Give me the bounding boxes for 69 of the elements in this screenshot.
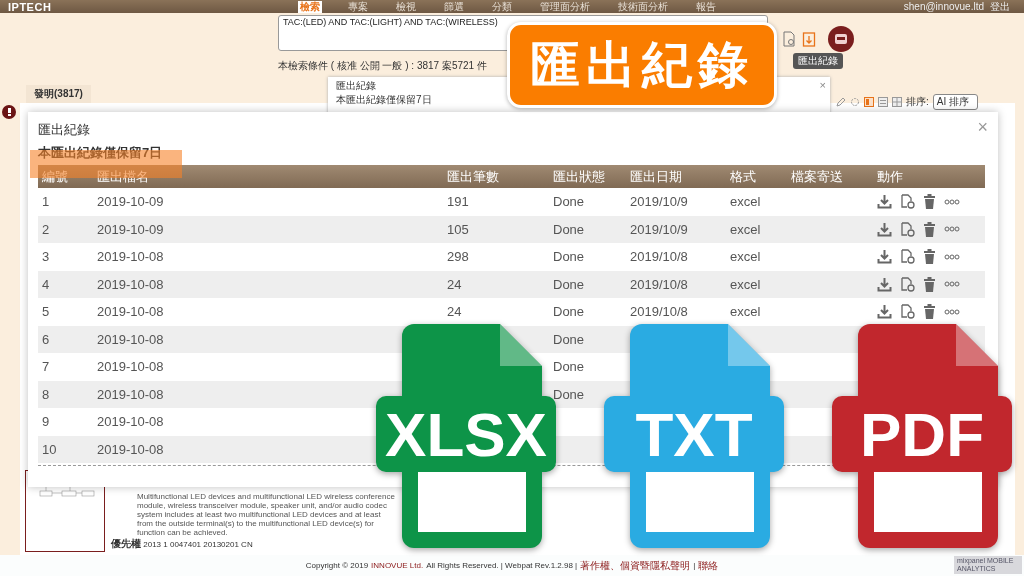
- export-status: Done: [552, 193, 586, 212]
- file-name: 2019-10-09: [96, 193, 165, 212]
- row-number: 10: [41, 440, 58, 459]
- file-name: 2019-10-08: [96, 248, 165, 267]
- file-format: excel: [729, 220, 762, 239]
- column-header: 格式: [726, 165, 787, 188]
- abstract-line: function can be achieved.: [136, 528, 229, 537]
- export-date: 2019/10/8: [629, 275, 689, 294]
- export-date: 2019/10/9: [629, 220, 689, 239]
- column-header: 匯出狀態: [549, 165, 626, 188]
- file-name: 2019-10-08: [96, 275, 165, 294]
- search-summary: 本檢索條件 ( 核准 公開 一般 ) : 3817 案5721 件: [278, 59, 488, 73]
- export-status: Done: [552, 303, 586, 322]
- record-count: 191: [446, 193, 470, 212]
- export-status: Done: [552, 330, 586, 349]
- file-format: excel: [729, 193, 762, 212]
- row-number: 8: [41, 385, 51, 404]
- row-number: 7: [41, 358, 51, 377]
- dialog-title: 匯出紀錄: [38, 121, 90, 137]
- file-name: 2019-10-08: [96, 330, 165, 349]
- export-status: Done: [552, 220, 586, 239]
- row-number: 3: [41, 248, 51, 267]
- export-status: Done: [552, 275, 586, 294]
- column-header: 編號: [38, 165, 93, 188]
- file-name: 2019-10-08: [96, 303, 165, 322]
- column-header: 匯出筆數: [443, 165, 549, 188]
- file-name: 2019-10-08: [96, 358, 165, 377]
- file-type-label: PDF: [860, 400, 984, 469]
- export-date: 2019/10/8: [629, 248, 689, 267]
- abstract-line: module, wireless transceiver module, speaker unit, and/or audio codec: [136, 501, 388, 510]
- row-number: 4: [41, 275, 51, 294]
- file-format: excel: [729, 303, 762, 322]
- tooltip: 匯出紀錄: [793, 53, 843, 69]
- export-status: Done: [552, 358, 586, 377]
- file-name: 2019-10-09: [96, 220, 165, 239]
- row-number: 1: [41, 193, 51, 212]
- row-number: 9: [41, 413, 51, 432]
- column-header: 匯出日期: [626, 165, 726, 188]
- popup-title: 匯出紀錄: [336, 80, 377, 92]
- record-count: 24: [446, 275, 463, 294]
- footer-text: All Rights Reserved. | Webpat Rev.1.2.98 |: [426, 561, 578, 570]
- sort-label: 排序:: [906, 95, 929, 109]
- app-logo: IPTECH: [8, 0, 53, 13]
- row-number: 6: [41, 330, 51, 349]
- column-header: 動作: [873, 165, 985, 188]
- record-count: 24: [446, 303, 463, 322]
- export-status: Done: [552, 385, 586, 404]
- retention-note: 本匯出紀錄僅保留7日: [336, 94, 433, 106]
- abstract-line: system includes at least two multifunctional LED devices and at least: [136, 510, 382, 519]
- footer-separator: |: [693, 561, 696, 570]
- export-date: 2019/10/9: [629, 193, 689, 212]
- column-header: 檔案寄送: [787, 165, 873, 188]
- abstract-line: from the outside terminal(s) to the multifunctional LED device(s) for: [136, 519, 375, 528]
- copyright-text: Copyright © 2019: [305, 561, 369, 570]
- export-date: 2019/10/8: [629, 303, 689, 322]
- row-number: 2: [41, 220, 51, 239]
- callout-tooltip: 匯出紀錄: [507, 22, 777, 108]
- abstract-line: Multifunctional LED devices and multifunctional LED wireless conference: [136, 492, 395, 501]
- user-email: shen@innovue.ltd: [903, 1, 984, 12]
- file-type-label: XLSX: [385, 400, 547, 469]
- file-name: 2019-10-08: [96, 385, 165, 404]
- row-number: 5: [41, 303, 51, 322]
- record-count: 298: [446, 248, 470, 267]
- file-type-label: TXT: [635, 400, 753, 469]
- priority-text: 優先權 2013 1 0047401 20130201 CN: [111, 538, 254, 550]
- export-status: Done: [552, 248, 586, 267]
- file-format: excel: [729, 275, 762, 294]
- record-count: 105: [446, 220, 470, 239]
- file-format: excel: [729, 248, 762, 267]
